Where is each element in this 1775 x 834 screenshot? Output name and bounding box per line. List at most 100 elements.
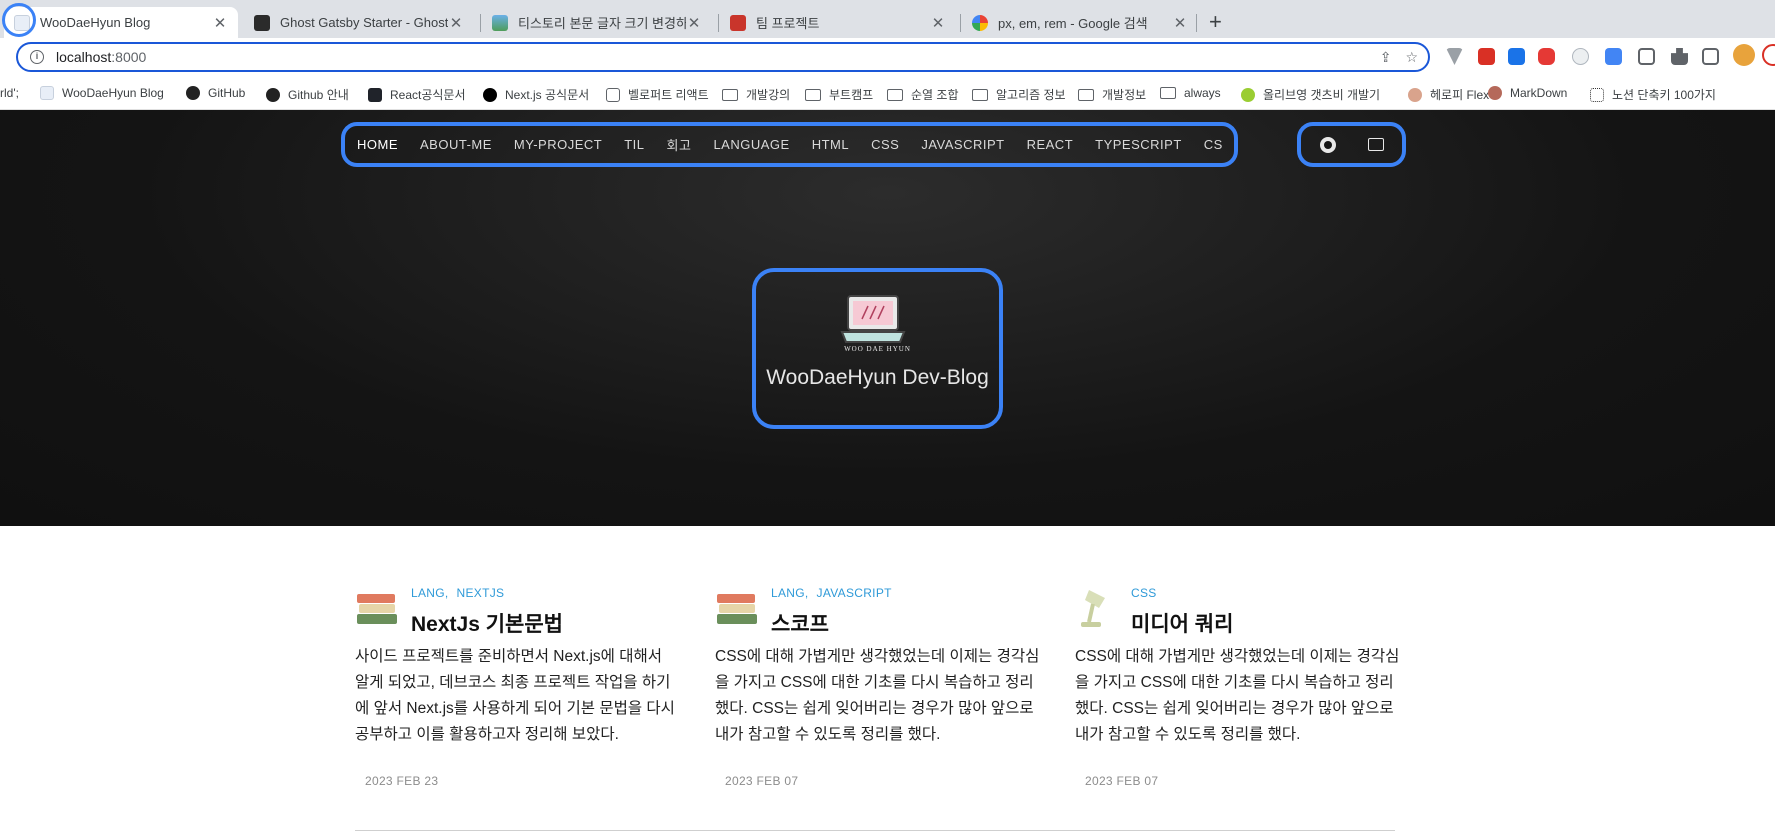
- share-icon[interactable]: ⇪: [1380, 49, 1392, 66]
- close-tab-icon[interactable]: ✕: [930, 14, 946, 32]
- nav-html[interactable]: HTML: [812, 137, 849, 152]
- post-title[interactable]: 미디어 쿼리: [1131, 608, 1233, 638]
- nav-react[interactable]: REACT: [1027, 137, 1074, 152]
- tab-title: 티스토리 본문 글자 크기 변경하는 방: [518, 16, 686, 31]
- bookmark-label: 벨로퍼트 리액트: [628, 88, 709, 102]
- bookmark-item[interactable]: React공식문서: [368, 86, 466, 103]
- bookmark-folder[interactable]: always: [1160, 86, 1221, 100]
- site-info-icon[interactable]: i: [30, 50, 44, 64]
- close-tab-icon[interactable]: ✕: [448, 14, 464, 32]
- browser-toolbar: i localhost:8000 ⇪ ☆: [0, 38, 1775, 79]
- laptop-icon: [40, 86, 54, 100]
- bookmark-folder[interactable]: 개발정보: [1078, 86, 1146, 103]
- olive-icon: [1241, 87, 1255, 102]
- post-tag[interactable]: NEXTJS: [457, 586, 505, 600]
- landscape-icon: [492, 14, 508, 31]
- tab-team-project[interactable]: 팀 프로젝트 ✕: [720, 7, 956, 38]
- translate-icon[interactable]: [1605, 48, 1622, 65]
- profile-avatar[interactable]: [1733, 44, 1755, 66]
- bookmark-label: Next.js 공식문서: [505, 88, 590, 102]
- github-icon: [266, 87, 280, 102]
- tab-woodaehyun-blog[interactable]: WooDaeHyun Blog ✕: [4, 7, 238, 38]
- bookmark-item[interactable]: WooDaeHyun Blog: [40, 86, 164, 100]
- tab-divider: [1196, 14, 1197, 32]
- bookmark-item[interactable]: GitHub: [186, 86, 245, 100]
- extension-red-icon[interactable]: [1478, 48, 1495, 65]
- tab-title: Ghost Gatsby Starter - Ghost 8: [280, 15, 448, 30]
- bookmark-folder[interactable]: 개발강의: [722, 86, 790, 103]
- close-tab-icon[interactable]: ✕: [212, 14, 228, 32]
- bookmark-label: WooDaeHyun Blog: [62, 86, 164, 100]
- github-icon[interactable]: [1319, 136, 1336, 153]
- bookmark-folder[interactable]: 알고리즘 정보: [972, 86, 1066, 103]
- youtube-icon[interactable]: [1538, 48, 1555, 65]
- bookmark-folder[interactable]: 부트캠프: [805, 86, 873, 103]
- extensions-puzzle-icon[interactable]: [1671, 48, 1688, 65]
- bookmark-item[interactable]: 노션 단축키 100가지: [1590, 86, 1716, 103]
- bookmark-item[interactable]: MarkDown: [1488, 86, 1567, 100]
- nav-home[interactable]: HOME: [357, 137, 398, 152]
- bookmark-item[interactable]: 벨로퍼트 리액트: [606, 86, 709, 103]
- notion-icon: [1590, 87, 1604, 102]
- screenshot-icon[interactable]: [1638, 48, 1655, 65]
- bookmark-item[interactable]: Next.js 공식문서: [483, 86, 589, 103]
- avatar-icon: [1488, 86, 1502, 100]
- nav-typescript[interactable]: TYPESCRIPT: [1095, 137, 1182, 152]
- post-date: 2023 FEB 07: [1085, 774, 1159, 788]
- bookmark-label: 헤로피 Flex: [1430, 88, 1490, 102]
- timer-icon[interactable]: [1572, 48, 1589, 65]
- bookmark-item[interactable]: 헤로피 Flex: [1408, 86, 1489, 103]
- new-tab-button[interactable]: +: [1209, 11, 1222, 33]
- tab-divider: [480, 14, 481, 32]
- site-brand[interactable]: WOO DAE HYUN WooDaeHyun Dev-Blog: [752, 268, 1003, 429]
- bookmark-label: always: [1184, 86, 1221, 100]
- bookmark-label: GitHub: [208, 86, 246, 100]
- post-title[interactable]: 스코프: [771, 608, 829, 638]
- highlight-circle: [2, 3, 36, 37]
- update-badge[interactable]: [1762, 44, 1775, 66]
- close-tab-icon[interactable]: ✕: [686, 14, 702, 32]
- post-tag[interactable]: JAVASCRIPT: [817, 586, 892, 600]
- bookmark-label: 노션 단축키 100가지: [1612, 88, 1716, 102]
- bookmark-folder[interactable]: 순열 조합: [887, 86, 959, 103]
- post-excerpt: 사이드 프로젝트를 준비하면서 Next.js에 대해서 알게 되었고, 데브코…: [355, 648, 675, 743]
- post-divider: [355, 830, 1395, 831]
- bookmark-label: Github 안내: [288, 88, 349, 102]
- post-tag[interactable]: LANG,: [411, 586, 449, 600]
- download-icon[interactable]: [1508, 48, 1525, 65]
- bookmark-label: React공식문서: [390, 88, 466, 102]
- bookmark-item[interactable]: rld';: [0, 86, 19, 100]
- nav-about-me[interactable]: ABOUT-ME: [420, 137, 492, 152]
- main-nav: HOME ABOUT-ME MY-PROJECT TIL 회고 LANGUAGE…: [341, 122, 1238, 167]
- tab-tistory[interactable]: 티스토리 본문 글자 크기 변경하는 방 ✕: [482, 7, 712, 38]
- books-icon: [357, 594, 397, 624]
- folder-icon[interactable]: [1367, 138, 1384, 151]
- circus-icon: [730, 14, 746, 31]
- address-host: localhost: [56, 49, 112, 65]
- address-bar[interactable]: i localhost:8000 ⇪ ☆: [16, 42, 1430, 72]
- post-tag[interactable]: CSS: [1131, 586, 1157, 600]
- ghost-icon: [254, 14, 270, 31]
- nav-cs[interactable]: CS: [1204, 137, 1223, 152]
- nav-retrospective[interactable]: 회고: [667, 135, 692, 154]
- avatar-icon: [1408, 87, 1422, 102]
- tab-strip: WooDaeHyun Blog ✕ Ghost Gatsby Starter -…: [0, 0, 1775, 38]
- bookmark-item[interactable]: Github 안내: [266, 86, 349, 103]
- bookmark-star-icon[interactable]: ☆: [1405, 49, 1418, 66]
- nav-css[interactable]: CSS: [871, 137, 899, 152]
- tab-ghost-gatsby[interactable]: Ghost Gatsby Starter - Ghost 8 ✕: [244, 7, 474, 38]
- hero-section: HOME ABOUT-ME MY-PROJECT TIL 회고 LANGUAGE…: [0, 110, 1775, 526]
- nextjs-icon: [483, 87, 497, 102]
- bookmark-item[interactable]: 올리브영 갯츠비 개발기: [1241, 86, 1380, 103]
- tab-title: WooDaeHyun Blog: [40, 15, 151, 30]
- nav-javascript[interactable]: JAVASCRIPT: [921, 137, 1004, 152]
- tab-google-search[interactable]: px, em, rem - Google 검색 ✕: [962, 7, 1198, 38]
- nav-language[interactable]: LANGUAGE: [713, 137, 789, 152]
- post-tag[interactable]: LANG,: [771, 586, 809, 600]
- post-title[interactable]: NextJs 기본문법: [411, 608, 563, 638]
- nav-til[interactable]: TIL: [624, 137, 644, 152]
- close-tab-icon[interactable]: ✕: [1172, 14, 1188, 32]
- side-panel-icon[interactable]: [1702, 48, 1719, 65]
- vue-devtools-icon[interactable]: [1446, 48, 1463, 65]
- nav-my-project[interactable]: MY-PROJECT: [514, 137, 602, 152]
